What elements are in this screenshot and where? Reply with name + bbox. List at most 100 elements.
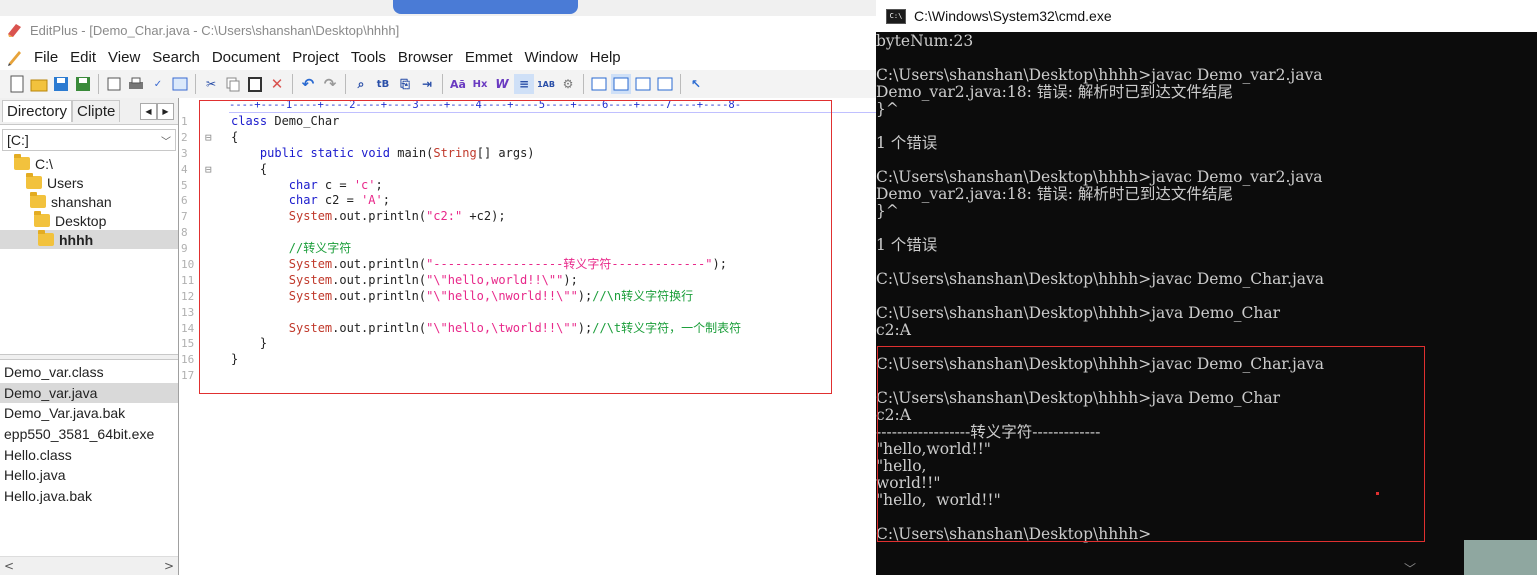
fold-toggle-icon[interactable]: ⊟ — [205, 130, 231, 146]
menu-search[interactable]: Search — [146, 49, 206, 66]
code-area[interactable]: 1 class Demo_Char 2 ⊟{3 public static void … — [179, 114, 876, 384]
menu-project[interactable]: Project — [286, 49, 345, 66]
tree-item-c[interactable]: C:\ — [0, 154, 178, 173]
code-line[interactable]: 10 System.out.println("-----------------… — [179, 257, 876, 273]
delete-icon[interactable]: ✕ — [267, 74, 287, 94]
tab-cliptext[interactable]: Clipte — [72, 100, 121, 122]
tree-item-desktop[interactable]: Desktop — [0, 211, 178, 230]
line-numbers-icon[interactable]: 1AB — [536, 74, 556, 94]
copy-icon[interactable] — [223, 74, 243, 94]
find-icon[interactable]: ⌕ — [351, 74, 371, 94]
menu-view[interactable]: View — [102, 49, 146, 66]
undo-icon[interactable]: ↶ — [298, 74, 318, 94]
code-text: char c = 'c'; — [288, 177, 383, 192]
hex-icon[interactable]: Hx — [470, 74, 490, 94]
code-line[interactable]: 1 class Demo_Char — [179, 114, 876, 130]
code-line[interactable]: 8 — [179, 225, 876, 241]
console-output[interactable]: byteNum:23 C:\Users\shanshan\Desktop\hhhh… — [876, 33, 1537, 543]
tree-item-hhhh[interactable]: hhhh — [0, 230, 178, 249]
code-line[interactable]: 2 ⊟{ — [179, 130, 876, 146]
goto-icon[interactable]: ⇥ — [417, 74, 437, 94]
line-number: 4 — [181, 162, 188, 176]
code-line[interactable]: 5 char c = 'c'; — [179, 178, 876, 194]
view-2-icon[interactable] — [611, 74, 631, 94]
code-line[interactable]: 16} — [179, 352, 876, 368]
editplus-titlebar[interactable]: EditPlus - [Demo_Char.java - C:\Users\sh… — [0, 16, 876, 44]
code-editor[interactable]: ----+----1----+----2----+----3----+----4… — [179, 98, 876, 575]
open-folder-icon[interactable] — [29, 74, 49, 94]
file-item[interactable]: Demo_Var.java.bak — [0, 403, 178, 424]
tab-scroll-right-icon[interactable]: ▶ — [157, 103, 174, 120]
drive-select[interactable]: [C:] ﹀ — [2, 129, 176, 151]
code-line[interactable]: 3 public static void main(String[] args) — [179, 146, 876, 162]
paste-icon[interactable] — [245, 74, 265, 94]
print-icon[interactable] — [126, 74, 146, 94]
find-in-files-icon[interactable]: ⎘ — [395, 74, 415, 94]
code-line[interactable]: 11 System.out.println("\"hello,world!!\"… — [179, 273, 876, 289]
code-line[interactable]: 6 char c2 = 'A'; — [179, 193, 876, 209]
indent-icon[interactable]: ≡ — [514, 74, 534, 94]
console-line: C:\Users\shanshan\Desktop\hhhh>java Demo… — [876, 305, 1281, 322]
pane-splitter[interactable] — [0, 354, 178, 360]
menu-tools[interactable]: Tools — [345, 49, 392, 66]
view-3-icon[interactable] — [633, 74, 653, 94]
code-text: System.out.println("c2:" +c2); — [288, 209, 506, 224]
tab-directory[interactable]: Directory — [2, 100, 73, 122]
cmd-titlebar[interactable]: C:\ C:\Windows\System32\cmd.exe — [876, 0, 1537, 32]
menu-edit[interactable]: Edit — [64, 49, 102, 66]
code-line[interactable]: 13 — [179, 305, 876, 321]
scroll-left-icon[interactable]: < — [0, 559, 18, 573]
tab-scroll-left-icon[interactable]: ◀ — [140, 103, 157, 120]
font-size-icon[interactable]: Aā — [448, 74, 468, 94]
menu-file[interactable]: File — [28, 49, 64, 66]
help-pointer-icon[interactable]: ↖ — [686, 74, 706, 94]
view-4-icon[interactable] — [655, 74, 675, 94]
fold-gutter — [205, 193, 231, 209]
menu-bar: File Edit View Search Document Project T… — [0, 44, 876, 70]
code-line[interactable]: 9 //转义字符 — [179, 241, 876, 257]
tree-item-shanshan[interactable]: shanshan — [0, 192, 178, 211]
file-item[interactable]: Hello.class — [0, 444, 178, 465]
scroll-right-icon[interactable]: > — [160, 559, 178, 573]
menu-document[interactable]: Document — [206, 49, 286, 66]
menu-emmet[interactable]: Emmet — [459, 49, 519, 66]
file-item[interactable]: Hello.java — [0, 465, 178, 486]
menu-help[interactable]: Help — [584, 49, 627, 66]
fold-toggle-icon[interactable]: ⊟ — [205, 162, 231, 178]
menu-browser[interactable]: Browser — [392, 49, 459, 66]
tree-item-users[interactable]: Users — [0, 173, 178, 192]
file-item[interactable]: Hello.java.bak — [0, 486, 178, 507]
menu-window[interactable]: Window — [518, 49, 583, 66]
code-line[interactable]: 14 System.out.println("\"hello,\tworld!!… — [179, 321, 876, 337]
new-file-icon[interactable] — [7, 74, 27, 94]
replace-icon[interactable]: tB — [373, 74, 393, 94]
cut-icon[interactable]: ✂ — [201, 74, 221, 94]
cmd-window: C:\ C:\Windows\System32\cmd.exe byteNum:… — [876, 0, 1537, 575]
directory-tree: C:\ Users shanshan Desktop hhhh — [0, 154, 178, 354]
code-line[interactable]: 12 System.out.println("\"hello,\nworld!!… — [179, 289, 876, 305]
chevron-down-icon: ﹀ — [1404, 562, 1417, 575]
file-list-scrollbar[interactable]: < > — [0, 556, 178, 575]
code-line[interactable]: 15 } — [179, 336, 876, 352]
code-line[interactable]: 4 ⊟ { — [179, 162, 876, 178]
file-item[interactable]: Demo_var.java — [0, 382, 178, 404]
file-item[interactable]: Demo_var.class — [0, 362, 178, 383]
settings-icon[interactable]: ⚙ — [558, 74, 578, 94]
view-1-icon[interactable] — [589, 74, 609, 94]
print-preview-icon[interactable] — [104, 74, 124, 94]
file-item[interactable]: epp550_3581_64bit.exe — [0, 424, 178, 445]
console-line: }^ — [876, 101, 899, 118]
console-line: Demo_var2.java:18: 错误: 解析时已到达文件结尾 — [876, 186, 1233, 203]
save-icon[interactable] — [51, 74, 71, 94]
code-line[interactable]: 17 — [179, 368, 876, 384]
console-line: c2:A — [876, 407, 911, 424]
code-text: { — [231, 161, 268, 176]
spell-check-icon[interactable]: ✓ — [148, 74, 168, 94]
code-line[interactable]: 7 System.out.println("c2:" +c2); — [179, 209, 876, 225]
fold-gutter — [205, 114, 231, 130]
save-all-icon[interactable] — [73, 74, 93, 94]
browser-preview-icon[interactable] — [170, 74, 190, 94]
redo-icon[interactable]: ↷ — [320, 74, 340, 94]
word-wrap-icon[interactable]: W — [492, 74, 512, 94]
